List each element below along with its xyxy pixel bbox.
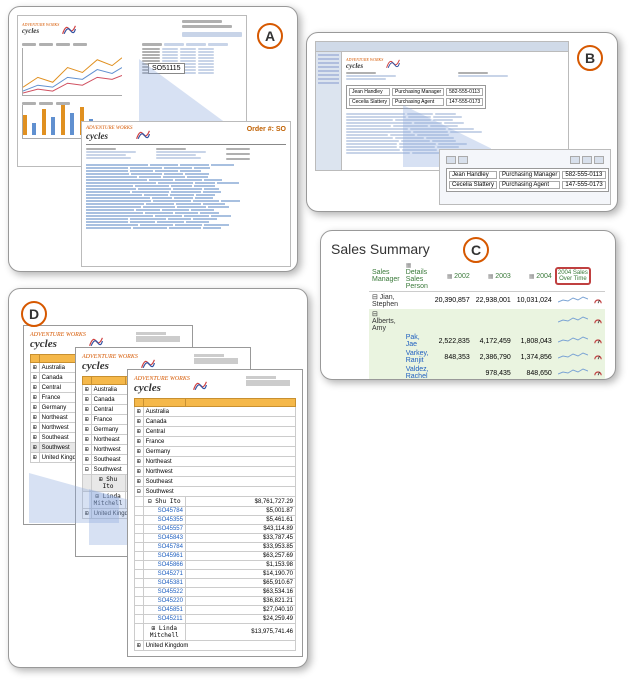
logo-icon <box>61 22 77 36</box>
badge-d: D <box>21 301 47 327</box>
region-table-expanded[interactable]: ⊞Australia⊞Canada⊞Central⊞France⊞Germany… <box>134 398 296 651</box>
toolbar-button[interactable] <box>582 156 592 164</box>
logo: ADVENTURE WORKS cycles <box>346 56 564 70</box>
line-chart <box>22 48 122 96</box>
logo-icon <box>135 127 151 141</box>
order-link[interactable]: SO51115 <box>148 63 185 74</box>
contacts-table-small: Jean HandleyPurchasing Manager582-555-01… <box>346 85 486 109</box>
panel-c-sales-summary: C Sales Summary Sales Manager ▦ DetailsS… <box>320 230 616 380</box>
badge-c: C <box>463 237 489 263</box>
logo: ADVENTURE WORKScycles <box>134 376 208 394</box>
badge-a: A <box>257 23 283 49</box>
drilldown-page-3: ADVENTURE WORKScycles ⊞Australia⊞Canada⊞… <box>127 369 303 657</box>
logo: ADVENTURE WORKS cycles <box>86 126 151 141</box>
window-titlebar <box>316 42 568 52</box>
toolbar-button[interactable] <box>446 156 456 164</box>
line-items <box>86 164 286 229</box>
panel-b-popup: B ADVENTURE WORKS cycles <box>306 32 618 212</box>
logo: ADVENTURE WORKS cycles <box>22 20 77 37</box>
toolbar-button[interactable] <box>570 156 580 164</box>
toolbar-button[interactable] <box>594 156 604 164</box>
badge-b: B <box>577 45 603 71</box>
order-number-header: Order #: SO <box>247 126 286 133</box>
contacts-table-large: Jean HandleyPurchasing Manager582-555-01… <box>446 168 609 192</box>
popup-window: Jean HandleyPurchasing Manager582-555-01… <box>439 149 611 205</box>
side-panel <box>316 52 342 170</box>
order-detail-report: ADVENTURE WORKS cycles Order #: SO <box>81 121 291 267</box>
toolbar-button[interactable] <box>458 156 468 164</box>
logo-icon <box>385 56 401 70</box>
sparkline-column-header: 2004 Sales Over Time <box>555 267 591 285</box>
panel-a-drillthrough: A ADVENTURE WORKS cycles <box>8 6 298 272</box>
sales-summary-table: Sales Manager ▦ DetailsSales Person ▦ 20… <box>369 261 605 380</box>
panel-d-drilldown: D ADVENTURE WORKScycles ⊞Australia⊞Canad… <box>8 288 308 668</box>
